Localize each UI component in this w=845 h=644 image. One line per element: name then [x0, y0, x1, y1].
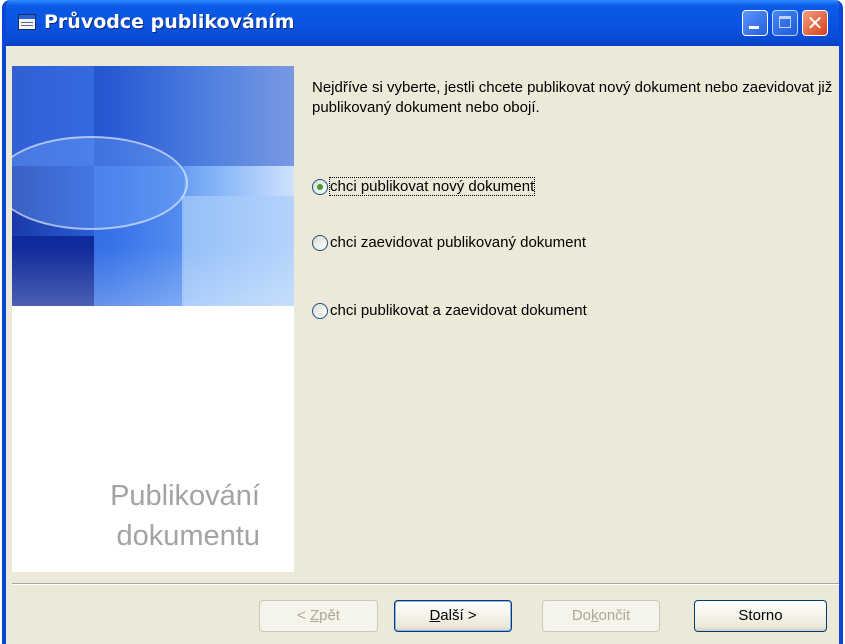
radio-label[interactable]: chci zaevidovat publikovaný dokument [330, 234, 586, 251]
wizard-side-panel: Publikování dokumentu [12, 66, 294, 572]
maximize-button[interactable] [772, 10, 798, 36]
radio-icon[interactable] [312, 178, 328, 195]
radio-icon[interactable] [312, 302, 328, 319]
side-caption-line1: Publikování [110, 480, 260, 512]
side-banner-image [12, 66, 294, 306]
maximize-icon [779, 16, 791, 28]
radio-icon[interactable] [312, 234, 328, 251]
radio-label[interactable]: chci publikovat nový dokument [328, 177, 536, 196]
cancel-button[interactable]: Storno [694, 600, 827, 632]
side-caption-line2: dokumentu [116, 520, 261, 552]
side-caption: Publikování dokumentu [12, 476, 260, 556]
wizard-window: Průvodce publikováním ✕ Publikování doku… [2, 0, 843, 644]
radio-option-publish-new[interactable]: chci publikovat nový dokument [312, 177, 536, 196]
footer-divider [12, 583, 839, 585]
close-icon: ✕ [806, 11, 824, 35]
finish-button[interactable]: Dokončit [542, 600, 660, 632]
radio-option-publish-and-register[interactable]: chci publikovat a zaevidovat dokument [312, 302, 587, 319]
window-title: Průvodce publikováním [44, 11, 295, 33]
minimize-icon [749, 26, 759, 29]
radio-label[interactable]: chci publikovat a zaevidovat dokument [330, 302, 587, 319]
radio-option-register-published[interactable]: chci zaevidovat publikovaný dokument [312, 234, 586, 251]
back-button[interactable]: < Zpět [259, 600, 378, 632]
app-icon [18, 14, 36, 30]
intro-text: Nejdříve si vyberte, jestli chcete publi… [312, 79, 833, 116]
title-bar[interactable]: Průvodce publikováním ✕ [6, 0, 839, 46]
close-button[interactable]: ✕ [802, 10, 828, 36]
next-button[interactable]: Další > [394, 600, 512, 632]
minimize-button[interactable] [742, 10, 768, 36]
